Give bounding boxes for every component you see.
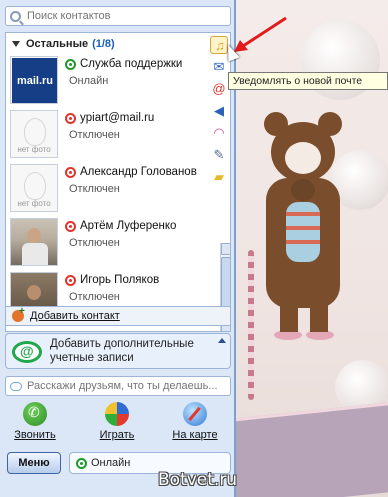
offline-status-icon [65,112,76,124]
agent-button[interactable]: @ [210,80,228,98]
search-box[interactable] [5,6,231,26]
contact-status: Отключен [69,237,120,249]
add-contact-label: Добавить контакт [30,310,120,322]
phone-icon [23,402,47,426]
avatar: нет фото [10,110,58,158]
compass-icon [183,402,207,426]
agent-logo-icon [12,341,42,363]
list-item[interactable]: Артём Луференко Отключен [9,217,211,269]
contact-name-row: Александр Голованов [65,166,197,178]
map-button[interactable]: На карте [164,402,226,444]
call-button[interactable]: Звонить [4,402,66,444]
contact-name-row: Игорь Поляков [65,274,159,286]
tool-strip: ♫ ✉ @ ◀ ◠ ✎ ▰ [208,36,230,196]
add-accounts-label-line1: Добавить дополнительные [50,338,194,350]
list-item[interactable]: mail.ru Служба поддержки Онлайн [9,55,211,107]
mailbox-icon: ✉ [213,59,225,74]
play-label: Играть [99,429,135,441]
contact-status: Отключен [69,129,120,141]
contact-name: Служба поддержки [80,58,183,70]
themes-button[interactable]: ◠ [210,124,228,142]
group-count: (1/8) [92,38,115,50]
chevron-up-icon[interactable] [218,338,226,343]
games-icon [105,402,129,426]
contact-name-row: Служба поддержки [65,58,182,70]
watermark: Botvet.ru [158,470,238,490]
offline-status-icon [65,220,76,232]
wallpaper-bear [264,112,342,340]
no-photo-caption: нет фото [17,145,51,154]
folder-icon: ▰ [214,169,224,184]
no-photo-caption: нет фото [17,199,51,208]
menu-button[interactable]: Меню [7,452,61,474]
call-label: Звонить [14,429,56,441]
red-arrow-annotation [234,16,287,52]
contact-status: Отключен [69,183,120,195]
wallpaper-frame [235,401,388,497]
no-photo-icon [24,172,46,200]
play-button[interactable]: Играть [86,402,148,444]
microblog-box[interactable] [5,376,231,396]
contact-list: Остальные (1/8) mail.ru Служба поддержки… [5,32,231,332]
list-item[interactable]: нет фото Александр Голованов Отключен [9,163,211,215]
chevron-down-icon [12,41,20,47]
settings-button[interactable]: ✎ [210,146,228,164]
contact-name: Александр Голованов [80,166,197,178]
contact-name: Игорь Поляков [80,274,160,286]
search-input[interactable] [27,10,207,22]
at-icon: @ [212,81,226,96]
contact-status: Онлайн [69,75,109,87]
mailbox-button[interactable]: ✉ [210,58,228,76]
contact-status: Отключен [69,291,120,303]
list-item[interactable]: нет фото ypiart@mail.ru Отключен [9,109,211,161]
online-status-icon [65,58,76,70]
group-header[interactable]: Остальные (1/8) [6,33,210,55]
mailru-logo: mail.ru [12,58,57,103]
status-label: Онлайн [91,457,131,469]
scroll-up-button[interactable] [221,243,230,255]
avatar: нет фото [10,164,58,212]
agent-window: Остальные (1/8) mail.ru Служба поддержки… [0,0,236,497]
speech-bubble-icon [10,381,22,391]
online-status-icon [76,457,87,469]
folder-button[interactable]: ▰ [210,168,228,186]
search-icon [10,10,21,22]
speaker-icon: ◀ [214,103,224,118]
contact-name-row: ypiart@mail.ru [65,112,154,124]
avatar [10,218,58,266]
add-contact-button[interactable]: Добавить контакт [5,306,231,326]
contact-name: ypiart@mail.ru [80,112,155,124]
sound-button[interactable]: ◀ [210,102,228,120]
add-accounts-label-line2: учетные записи [50,352,134,364]
contact-name-row: Артём Луференко [65,220,176,232]
rainbow-icon: ◠ [213,125,225,140]
avatar: mail.ru [10,56,58,104]
add-accounts-button[interactable]: Добавить дополнительные учетные записи [5,333,231,369]
scroll-thumb[interactable] [221,257,230,313]
map-label: На карте [172,429,218,441]
tooltip: Уведомлять о новой почте [228,72,388,90]
group-name: Остальные [26,38,89,50]
wallpaper-rope [248,250,254,400]
no-photo-icon [24,118,46,146]
offline-status-icon [65,166,76,178]
contact-photo [11,219,57,265]
offline-status-icon [65,274,76,286]
microblog-input[interactable] [27,380,222,392]
wrench-icon: ✎ [213,147,225,162]
add-user-icon [12,306,25,322]
contact-name: Артём Луференко [80,220,177,232]
